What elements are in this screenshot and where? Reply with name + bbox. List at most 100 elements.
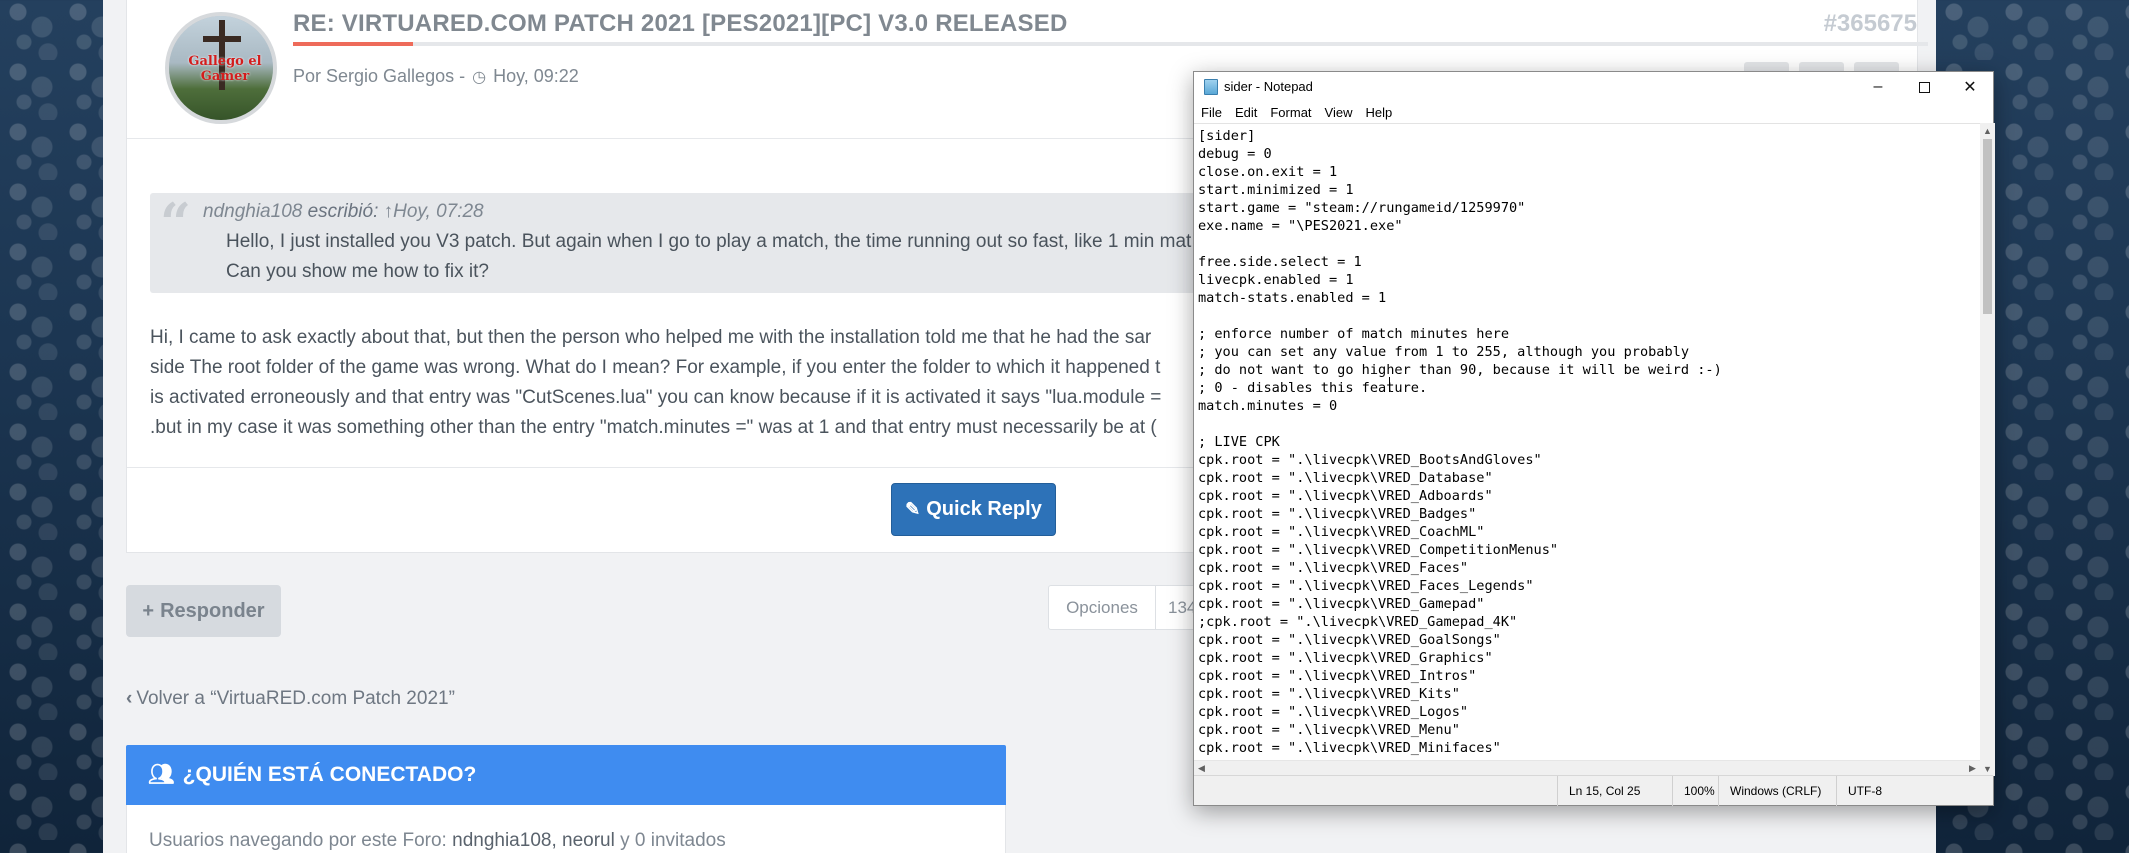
notepad-text-line: match.minutes = 0 bbox=[1198, 398, 1338, 414]
menu-format[interactable]: Format bbox=[1270, 105, 1311, 120]
notepad-text-line: cpk.root = ".\livecpk\VRED_BootsAndGlove… bbox=[1198, 452, 1542, 468]
clock-icon: ◷ bbox=[472, 69, 487, 86]
users-icon: 👥︎ bbox=[148, 763, 175, 786]
back-link-label: Volver a “VirtuaRED.com Patch 2021” bbox=[136, 688, 455, 709]
minimize-button[interactable]: – bbox=[1855, 72, 1901, 102]
post-body-line: side The root folder of the game was wro… bbox=[150, 357, 1161, 378]
maximize-button[interactable] bbox=[1901, 72, 1947, 102]
notepad-text-line: cpk.root = ".\livecpk\VRED_GoalSongs" bbox=[1198, 632, 1501, 648]
quote-author[interactable]: ndnghia108 bbox=[203, 201, 302, 222]
avatar-logo: Gallego el Gamer bbox=[188, 54, 262, 84]
notepad-text-line: cpk.root = ".\livecpk\VRED_Faces_Legends… bbox=[1198, 578, 1534, 594]
status-position: Ln 15, Col 25 bbox=[1557, 776, 1672, 806]
notepad-text-line: ; do not want to go higher than 90, beca… bbox=[1198, 362, 1722, 378]
post-body-line: .but in my case it was something other t… bbox=[150, 417, 1157, 438]
close-icon: ✕ bbox=[1963, 79, 1977, 96]
scroll-right-icon[interactable]: ▶ bbox=[1965, 761, 1980, 776]
quick-reply-label: Quick Reply bbox=[926, 498, 1042, 520]
notepad-text-line: ;cpk.root = ".\livecpk\VRED_Gamepad_4K" bbox=[1198, 614, 1518, 630]
menu-edit[interactable]: Edit bbox=[1235, 105, 1257, 120]
reply-label: Responder bbox=[160, 599, 265, 622]
reply-button[interactable]: + Responder bbox=[126, 585, 281, 637]
notepad-text-line: cpk.root = ".\livecpk\VRED_Graphics" bbox=[1198, 650, 1493, 666]
status-zoom: 100% bbox=[1672, 776, 1718, 806]
notepad-text-line: ; 0 - disables this feature. bbox=[1198, 380, 1428, 396]
notepad-text-line: exe.name = "\PES2021.exe" bbox=[1198, 218, 1403, 234]
arrow-up-icon[interactable]: ↑ bbox=[384, 201, 394, 222]
horizontal-scrollbar[interactable]: ◀ ▶ bbox=[1194, 760, 1980, 776]
notepad-statusbar: Ln 15, Col 25 100% Windows (CRLF) UTF-8 bbox=[1194, 775, 1995, 806]
status-encoding: UTF-8 bbox=[1836, 776, 1995, 806]
notepad-menubar: File Edit Format View Help bbox=[1194, 102, 1993, 123]
options-button[interactable]: Opciones bbox=[1048, 585, 1156, 630]
notepad-text-line: cpk.root = ".\livecpk\VRED_Badges" bbox=[1198, 506, 1477, 522]
notepad-title: sider - Notepad bbox=[1224, 79, 1313, 94]
notepad-text-line: [sider] bbox=[1198, 128, 1256, 144]
quote-line: Hello, I just installed you V3 patch. Bu… bbox=[226, 231, 1192, 252]
back-link[interactable]: ‹ Volver a “VirtuaRED.com Patch 2021” bbox=[126, 688, 455, 710]
notepad-text-line: match-stats.enabled = 1 bbox=[1198, 290, 1387, 306]
notepad-titlebar[interactable]: sider - Notepad – ✕ bbox=[1194, 72, 1993, 102]
scroll-down-icon[interactable]: ▼ bbox=[1980, 761, 1995, 776]
notepad-text-line: ; you can set any value from 1 to 255, a… bbox=[1198, 344, 1690, 360]
minimize-icon: – bbox=[1873, 78, 1883, 95]
notepad-text-line: cpk.root = ".\livecpk\VRED_Faces" bbox=[1198, 560, 1469, 576]
notepad-window[interactable]: sider - Notepad – ✕ File Edit Format Vie… bbox=[1193, 71, 1995, 806]
notepad-text-line: close.on.exit = 1 bbox=[1198, 164, 1338, 180]
whos-online-text: Usuarios navegando por este Foro: ndnghi… bbox=[149, 830, 726, 852]
notepad-text-line: cpk.root = ".\livecpk\VRED_Adboards" bbox=[1198, 488, 1493, 504]
post-id-link[interactable]: #365675 bbox=[1797, 10, 1917, 38]
notepad-text-line: debug = 0 bbox=[1198, 146, 1272, 162]
quote-header: ndnghia108 escribió: ↑Hoy, 07:28 bbox=[203, 201, 484, 223]
maximize-icon bbox=[1918, 81, 1930, 93]
notepad-text-line: cpk.root = ".\livecpk\VRED_Gamepad" bbox=[1198, 596, 1485, 612]
notepad-text-line: cpk.root = ".\livecpk\VRED_CompetitionMe… bbox=[1198, 542, 1559, 558]
notepad-text-line: cpk.root = ".\livecpk\VRED_Logos" bbox=[1198, 704, 1469, 720]
pencil-icon: ✎ bbox=[905, 499, 921, 519]
notepad-text-line: ; enforce number of match minutes here bbox=[1198, 326, 1509, 342]
post-body-line: is activated erroneously and that entry … bbox=[150, 387, 1162, 408]
quote-line: Can you show me how to fix it? bbox=[226, 261, 489, 282]
quote-icon: “ bbox=[160, 191, 192, 255]
whos-online-body: Usuarios navegando por este Foro: ndnghi… bbox=[126, 805, 1006, 853]
chevron-left-icon: ‹ bbox=[126, 688, 133, 709]
whos-online-header: 👥︎ ¿QUIÉN ESTÁ CONECTADO? bbox=[126, 745, 1006, 805]
online-users[interactable]: ndnghia108, neorul bbox=[452, 830, 615, 851]
notepad-app-icon[interactable] bbox=[1204, 79, 1218, 95]
notepad-text-line: ; LIVE CPK bbox=[1198, 434, 1280, 450]
post-body-line: Hi, I came to ask exactly about that, bu… bbox=[150, 327, 1152, 348]
scroll-thumb[interactable] bbox=[1983, 139, 1992, 314]
notepad-text-line: start.game = "steam://rungameid/1259970" bbox=[1198, 200, 1526, 216]
notepad-text-line: cpk.root = ".\livecpk\VRED_Intros" bbox=[1198, 668, 1477, 684]
post-title[interactable]: RE: VIRTUARED.COM PATCH 2021 [PES2021][P… bbox=[293, 10, 1067, 38]
whos-online-prefix: Usuarios navegando por este Foro: bbox=[149, 830, 453, 851]
scroll-up-icon[interactable]: ▲ bbox=[1980, 123, 1995, 138]
post-time: Hoy, 09:22 bbox=[493, 66, 579, 86]
notepad-text-line: cpk.root = ".\livecpk\VRED_Minifaces" bbox=[1198, 740, 1501, 756]
notepad-text-line: cpk.root = ".\livecpk\VRED_Database" bbox=[1198, 470, 1493, 486]
quick-reply-button[interactable]: ✎ Quick Reply bbox=[891, 483, 1056, 536]
quote-wrote: escribió: bbox=[307, 201, 379, 222]
notepad-text-line: cpk.root = ".\livecpk\VRED_Kits" bbox=[1198, 686, 1460, 702]
menu-help[interactable]: Help bbox=[1365, 105, 1392, 120]
menu-file[interactable]: File bbox=[1201, 105, 1222, 120]
background-left bbox=[0, 0, 103, 853]
scroll-left-icon[interactable]: ◀ bbox=[1194, 761, 1209, 776]
status-line-ending: Windows (CRLF) bbox=[1718, 776, 1836, 806]
quote-block: “ ndnghia108 escribió: ↑Hoy, 07:28 Hello… bbox=[150, 191, 1310, 293]
vertical-scrollbar[interactable]: ▲ ▼ bbox=[1980, 123, 1995, 776]
whos-online-suffix: y 0 invitados bbox=[614, 830, 726, 851]
title-underline bbox=[293, 42, 1928, 46]
notepad-text-line: cpk.root = ".\livecpk\VRED_Menu" bbox=[1198, 722, 1460, 738]
plus-icon: + bbox=[142, 599, 155, 622]
post-author[interactable]: Por Sergio Gallegos - bbox=[293, 66, 470, 86]
notepad-text-line: free.side.select = 1 bbox=[1198, 254, 1362, 270]
quote-time[interactable]: Hoy, 07:28 bbox=[393, 201, 483, 222]
avatar[interactable]: Gallego el Gamer bbox=[165, 12, 277, 124]
close-button[interactable]: ✕ bbox=[1947, 72, 1993, 102]
notepad-text-line: start.minimized = 1 bbox=[1198, 182, 1354, 198]
notepad-text-line: cpk.root = ".\livecpk\VRED_CoachML" bbox=[1198, 524, 1485, 540]
post-meta: Por Sergio Gallegos - ◷ Hoy, 09:22 bbox=[293, 66, 579, 87]
notepad-text-area[interactable]: [sider] debug = 0 close.on.exit = 1 start.m… bbox=[1194, 123, 1980, 776]
menu-view[interactable]: View bbox=[1325, 105, 1353, 120]
